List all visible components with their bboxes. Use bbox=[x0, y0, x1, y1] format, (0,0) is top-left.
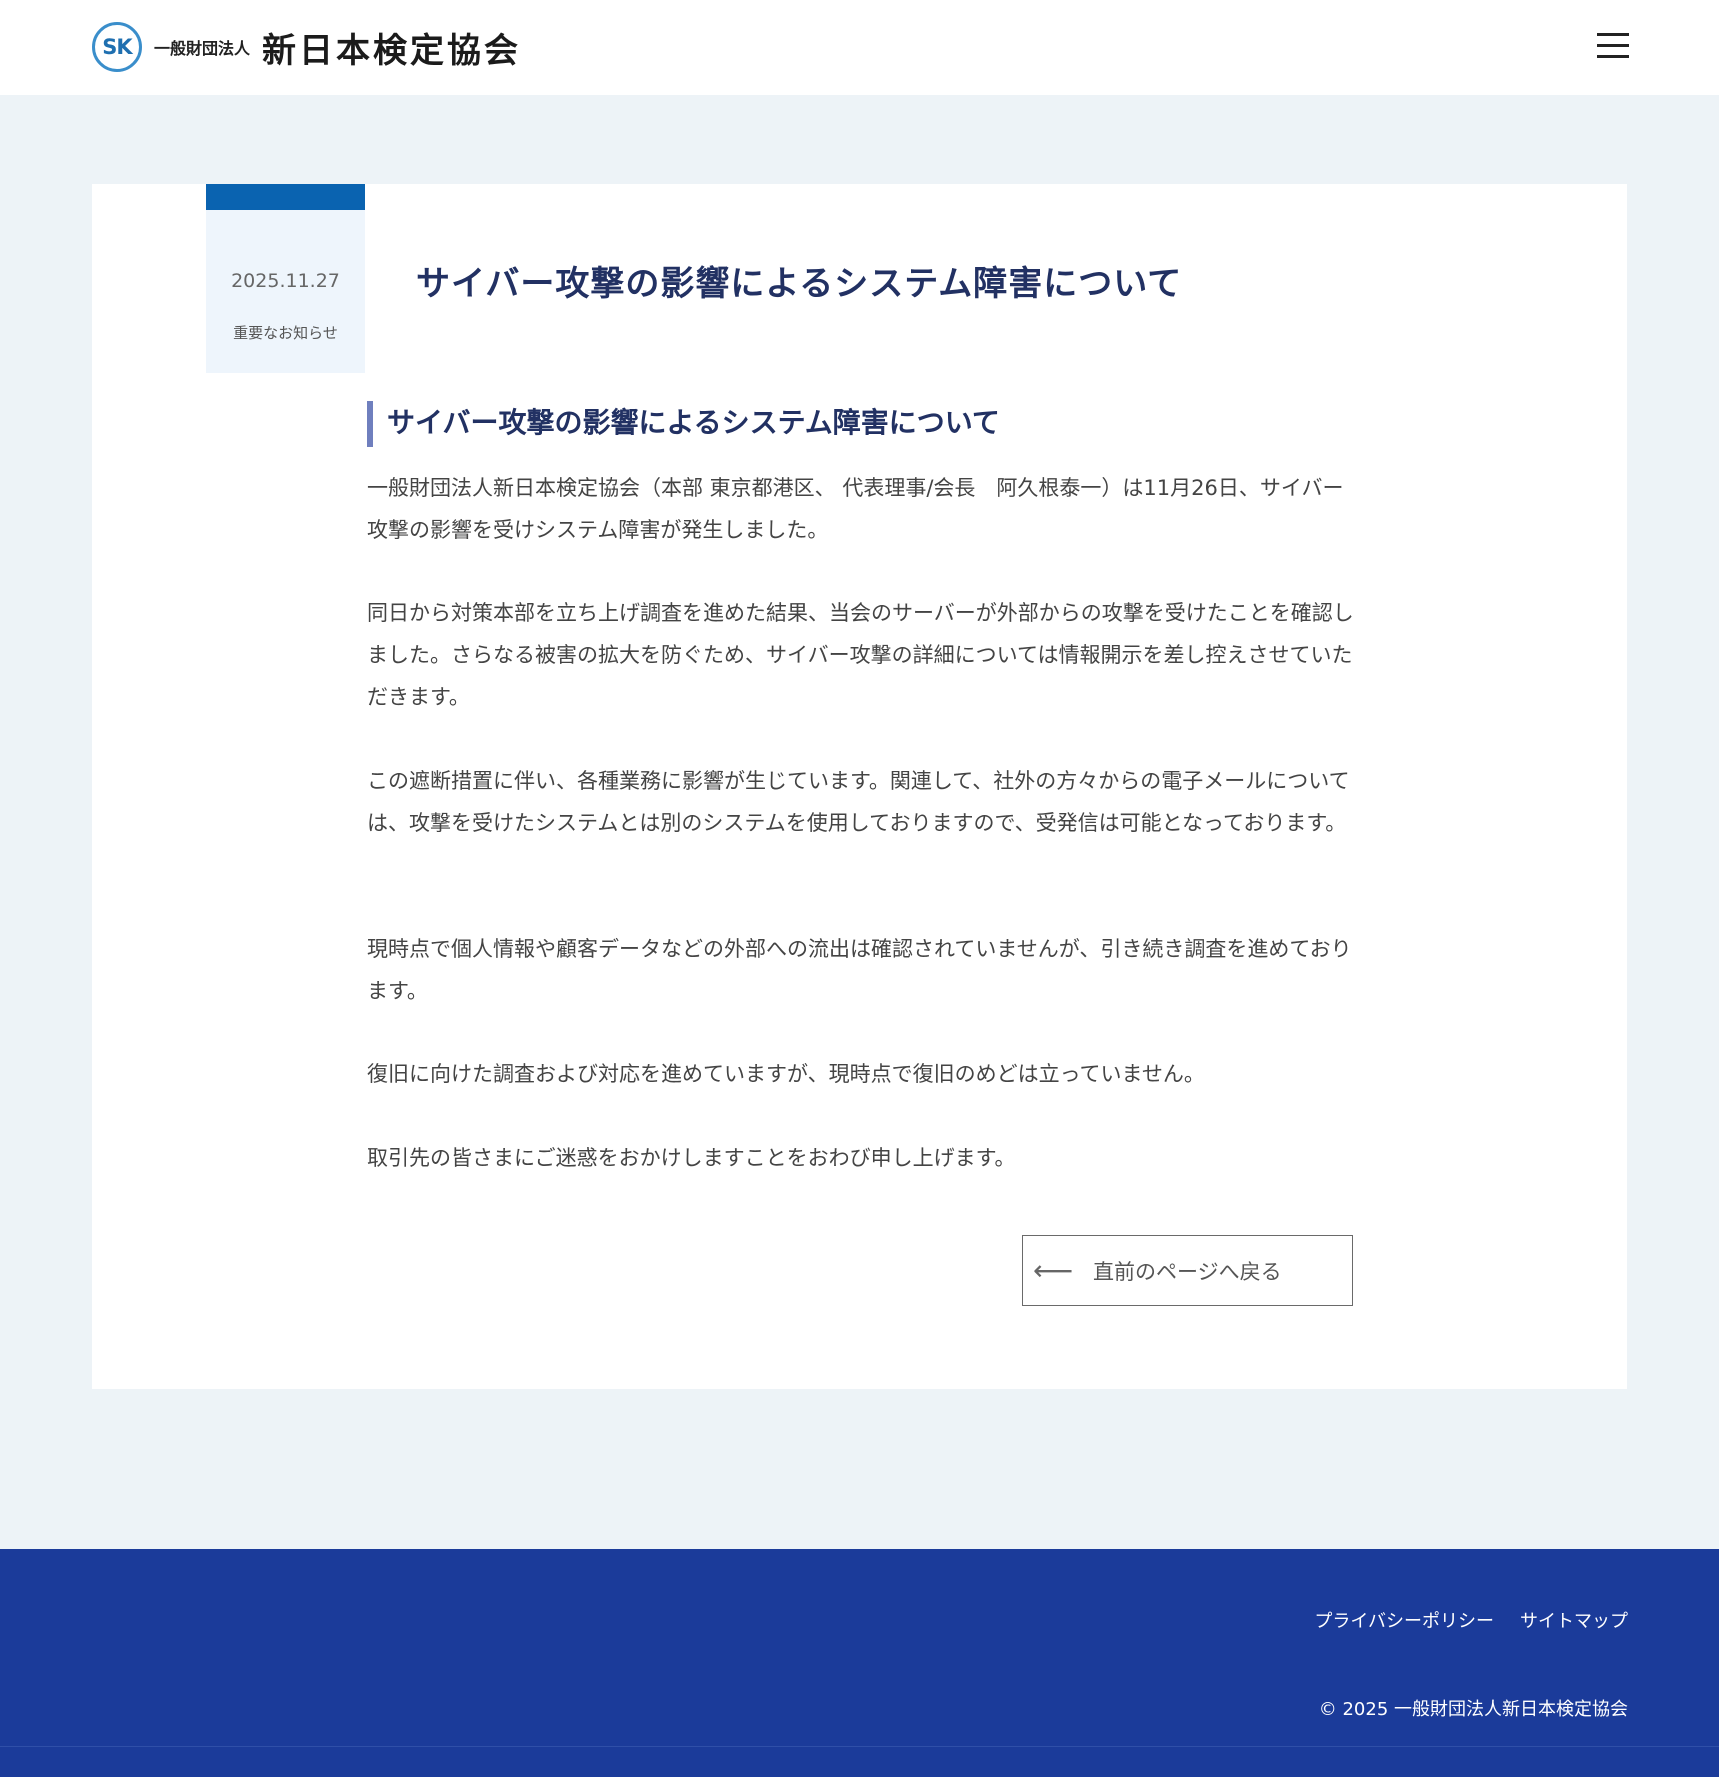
site-logo[interactable]: SK 一般財団法人 新日本検定協会 bbox=[92, 22, 521, 72]
logo-title: 新日本検定協会 bbox=[262, 30, 522, 71]
footer-divider bbox=[0, 1746, 1719, 1747]
article-paragraph: 現時点で個人情報や顧客データなどの外部への流出は確認されていませんが、引き続き調… bbox=[367, 937, 1352, 1003]
copyright-text: © 2025 一般財団法人新日本検定協会 bbox=[1318, 1699, 1628, 1720]
menu-line bbox=[1597, 55, 1629, 58]
article-paragraph: この遮断措置に伴い、各種業務に影響が生じています。関連して、社外の方々からの電子… bbox=[367, 769, 1350, 835]
footer-link-sitemap[interactable]: サイトマップ bbox=[1520, 1607, 1628, 1633]
back-button[interactable]: ⟵ 直前のページへ戻る bbox=[1022, 1235, 1353, 1306]
menu-line bbox=[1597, 33, 1629, 36]
article-paragraph: 一般財団法人新日本検定協会（本部 東京都港区、 代表理事/会長 阿久根泰一）は1… bbox=[367, 476, 1344, 542]
back-button-label: 直前のページへ戻る bbox=[1093, 1259, 1282, 1284]
article-card: 2025.11.27 重要なお知らせ サイバー攻撃の影響によるシステム障害につい… bbox=[92, 184, 1627, 1389]
arrow-left-icon: ⟵ bbox=[1033, 1254, 1074, 1287]
article-paragraph: 同日から対策本部を立ち上げ調査を進めた結果、当会のサーバーが外部からの攻撃を受け… bbox=[367, 601, 1354, 709]
footer-link-privacy-policy[interactable]: プライバシーポリシー bbox=[1314, 1607, 1494, 1633]
article-category: 重要なお知らせ bbox=[233, 324, 338, 342]
section-heading: サイバー攻撃の影響によるシステム障害について bbox=[367, 401, 1367, 447]
footer-nav: プライバシーポリシー サイトマップ bbox=[1314, 1607, 1628, 1633]
logo-subtitle: 一般財団法人 bbox=[154, 39, 251, 58]
article-paragraph: 取引先の皆さまにご迷惑をおかけしますことをおわび申し上げます。 bbox=[367, 1146, 1016, 1170]
hamburger-menu-icon[interactable] bbox=[1597, 33, 1629, 59]
site-header: SK 一般財団法人 新日本検定協会 bbox=[0, 0, 1719, 95]
article-date: 2025.11.27 bbox=[231, 270, 340, 292]
article-paragraph: 復旧に向けた調査および対応を進めていますが、現時点で復旧のめどは立っていません。 bbox=[367, 1062, 1205, 1086]
logo-mark-icon: SK bbox=[92, 22, 142, 72]
date-accent-bar bbox=[206, 184, 365, 210]
menu-line bbox=[1597, 44, 1629, 47]
page-title: サイバー攻撃の影響によるシステム障害について bbox=[416, 264, 1183, 304]
site-footer: プライバシーポリシー サイトマップ © 2025 一般財団法人新日本検定協会 bbox=[0, 1549, 1719, 1777]
date-box: 2025.11.27 重要なお知らせ bbox=[206, 184, 365, 373]
